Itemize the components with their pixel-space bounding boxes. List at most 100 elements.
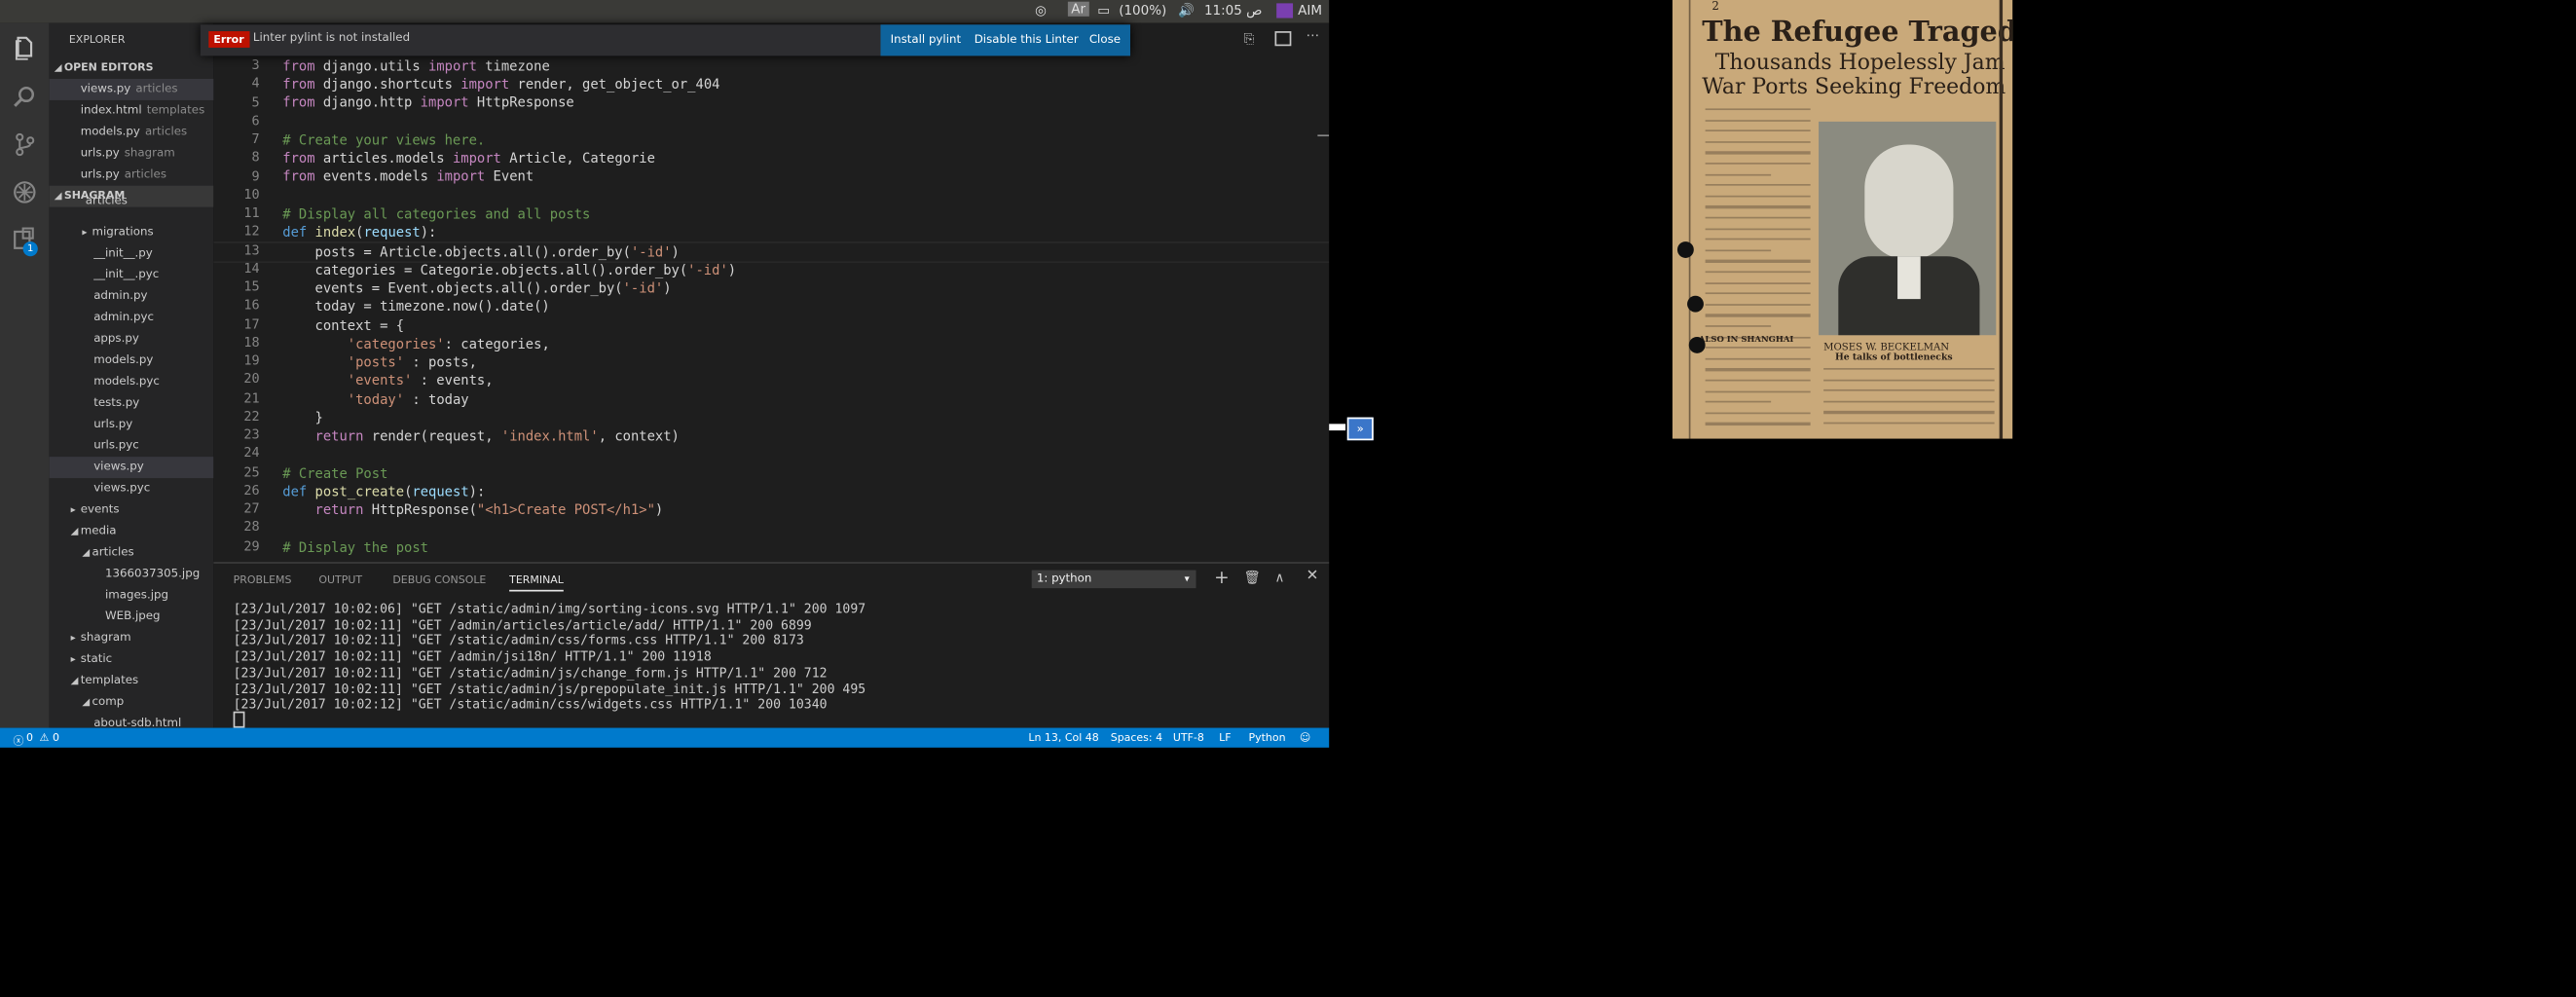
tree-item[interactable]: images.jpg [50, 585, 214, 607]
source-control-icon[interactable] [12, 131, 38, 158]
tab-debug-console[interactable]: DEBUG CONSOLE [392, 573, 486, 587]
new-terminal-icon[interactable]: + [1214, 567, 1230, 588]
tree-item[interactable]: articles [50, 191, 214, 212]
tree-item[interactable]: urls.pyc [50, 435, 214, 457]
article-text-line [1705, 303, 1811, 306]
terminal-line: [23/Jul/2017 10:02:11] "GET /admin/artic… [233, 616, 812, 633]
tree-item[interactable]: __init__.py [50, 243, 214, 265]
tree-item[interactable]: ▸ events [50, 499, 214, 521]
close-panel-icon[interactable]: ✕ [1306, 569, 1319, 585]
tree-item[interactable]: models.py [50, 350, 214, 371]
errors-icon[interactable]: ⓧ [14, 731, 24, 748]
clock[interactable]: 11:05 ص [1204, 3, 1263, 18]
article-text-line [1705, 227, 1811, 230]
files-icon[interactable] [12, 34, 38, 60]
open-editor-item[interactable]: index.html templates [50, 100, 214, 122]
warnings-count[interactable]: 0 [53, 731, 59, 745]
debug-icon[interactable] [12, 179, 38, 205]
tree-item[interactable]: admin.py [50, 286, 214, 308]
code-line: return HttpResponse("<h1>Create POST</h1… [314, 500, 664, 518]
terminal-select[interactable]: 1: python ▾ [1031, 570, 1196, 589]
search-icon[interactable] [12, 84, 38, 110]
battery-icon[interactable]: ▭ [1097, 3, 1110, 18]
user-name[interactable]: AIM [1298, 3, 1322, 18]
line-ending[interactable]: LF [1219, 731, 1231, 745]
open-changes-icon[interactable]: ⎘ [1243, 31, 1254, 48]
tree-item-label: admin.py [93, 289, 148, 303]
keyboard-indicator[interactable]: Ar [1067, 1, 1089, 17]
tree-item-label: apps.py [93, 331, 139, 346]
tab-output[interactable]: OUTPUT [318, 573, 362, 587]
tree-item-label: shagram [80, 631, 131, 645]
network-icon[interactable]: ◎ [1035, 3, 1047, 18]
encoding[interactable]: UTF-8 [1173, 731, 1204, 745]
cursor-position[interactable]: Ln 13, Col 48 [1028, 731, 1098, 745]
open-editor-item[interactable]: views.py articles [49, 79, 214, 100]
open-editor-item[interactable]: urls.py shagram [50, 143, 214, 165]
tree-item[interactable]: apps.py [50, 329, 214, 351]
bottom-panel: PROBLEMS OUTPUT DEBUG CONSOLE TERMINAL 1… [213, 562, 1330, 730]
article-text-line [1705, 239, 1811, 241]
tree-item[interactable]: ◢ media [50, 521, 214, 542]
line-number: 25 [243, 463, 260, 479]
volume-icon[interactable]: 🔊 [1178, 3, 1195, 18]
photo-caption-sub: He talks of bottlenecks [1834, 352, 1953, 363]
split-editor-icon[interactable] [1274, 31, 1292, 47]
code-line: categories = Categorie.objects.all().ord… [282, 261, 737, 278]
close-notification-button[interactable]: Close [1089, 33, 1121, 47]
tree-item[interactable]: ▸ static [50, 649, 214, 671]
line-number: 7 [251, 131, 260, 147]
forward-icon: » [1346, 417, 1374, 441]
feedback-icon[interactable]: ☺ [1300, 731, 1310, 745]
maximize-panel-icon[interactable]: ∧ [1275, 571, 1285, 585]
tree-item[interactable]: about-sdb.html [50, 713, 214, 728]
open-editor-folder: articles [144, 125, 188, 138]
tree-item[interactable]: ▸ shagram [50, 628, 214, 649]
terminal-line: [23/Jul/2017 10:02:11] "GET /admin/jsi18… [233, 648, 712, 664]
tree-item[interactable]: 1366037305.jpg [50, 564, 214, 585]
tree-item-label: about-sdb.html [93, 716, 182, 728]
tree-item[interactable]: views.pyc [50, 478, 214, 499]
tree-item[interactable]: models.pyc [50, 371, 214, 392]
errors-count[interactable]: 0 [26, 731, 33, 745]
line-number: 6 [251, 113, 260, 129]
trash-icon[interactable]: 🗑 [1243, 571, 1260, 585]
more-actions-icon[interactable]: ⋯ [1306, 28, 1320, 43]
tree-item[interactable]: __init__.pyc [50, 265, 214, 286]
line-number: 12 [243, 223, 260, 240]
disable-linter-button[interactable]: Disable this Linter [975, 33, 1079, 47]
explorer-title: EXPLORER [68, 32, 126, 47]
article-text-line [1705, 423, 1811, 425]
language-mode[interactable]: Python [1249, 731, 1286, 745]
floating-widget[interactable]: » [1329, 417, 1374, 441]
open-editor-item[interactable]: urls.py articles [50, 165, 214, 186]
article-text-line [1705, 412, 1811, 415]
tree-item[interactable]: ◢ templates [50, 671, 214, 692]
article-text-line [1823, 379, 1995, 382]
tree-item[interactable]: views.py [49, 457, 214, 479]
tree-item[interactable]: ▸ migrations [50, 222, 214, 243]
code-editor[interactable]: 3 4 5 6 7 8 9 10 11 12 13 14 15 16 17 18 19 20 21 22 23 24 25 2… [213, 22, 1330, 563]
article-text-line [1823, 422, 1995, 425]
line-number: 19 [243, 352, 260, 368]
warnings-icon[interactable]: ⚠ [40, 731, 50, 745]
tab-terminal[interactable]: TERMINAL [509, 573, 564, 592]
line-number: 13 [243, 241, 260, 258]
tree-item[interactable]: ◢ comp [50, 691, 214, 713]
code-line: 'posts' : posts, [347, 352, 477, 370]
tree-item[interactable]: ◢ articles [50, 542, 214, 564]
install-pylint-button[interactable]: Install pylint [891, 33, 962, 47]
tree-item[interactable]: admin.pyc [50, 308, 214, 329]
chevron-down-icon: ◢ [70, 675, 79, 687]
open-editor-item[interactable]: models.py articles [50, 122, 214, 143]
open-editors-header[interactable]: ◢ OPEN EDITORS [55, 57, 214, 79]
tree-item-label: 1366037305.jpg [105, 567, 201, 580]
chevron-right-icon: ▸ [70, 653, 76, 666]
tree-item[interactable]: tests.py [50, 392, 214, 414]
code-line: } [282, 409, 323, 426]
tree-item[interactable]: WEB.jpeg [50, 607, 214, 628]
tree-item[interactable]: urls.py [50, 414, 214, 435]
tab-problems[interactable]: PROBLEMS [234, 573, 292, 587]
indentation[interactable]: Spaces: 4 [1111, 731, 1162, 745]
line-number: 21 [243, 389, 260, 405]
